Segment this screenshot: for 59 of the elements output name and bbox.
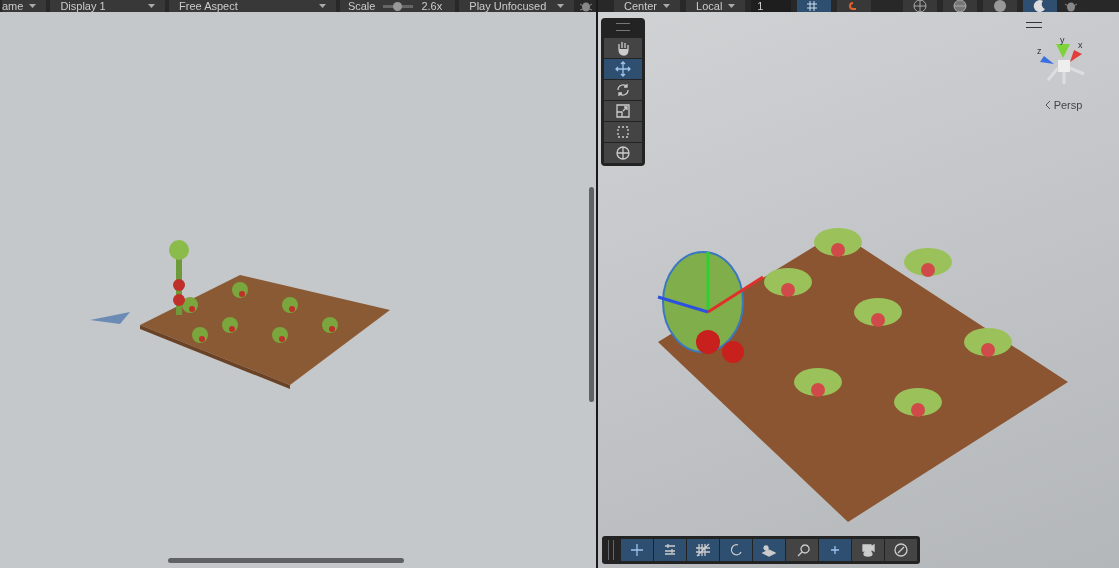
sliders-icon (662, 543, 678, 557)
move-icon (629, 543, 645, 557)
caret-icon (29, 4, 37, 8)
drag-handle[interactable] (608, 540, 614, 560)
bug-icon[interactable] (1063, 0, 1080, 12)
shaded-icon (993, 0, 1008, 12)
dropdown-button[interactable]: ame (2, 0, 47, 12)
scrollbar[interactable] (168, 558, 404, 563)
orientation-gizmo-drawing[interactable]: y x z (1033, 36, 1094, 91)
move-tool-button[interactable] (604, 59, 642, 79)
scale-icon (615, 103, 631, 119)
dropdown-button[interactable]: Play Unfocused (459, 0, 574, 12)
scale-slider[interactable] (383, 4, 414, 8)
grid-overlay-button[interactable] (687, 539, 719, 561)
scale-tool-button[interactable] (604, 101, 642, 121)
slider-thumb[interactable] (392, 1, 402, 11)
view-mode-label[interactable]: Persp (1053, 99, 1083, 111)
caret-icon (148, 4, 156, 8)
move-icon (615, 61, 631, 77)
rotate-tool-button[interactable] (604, 80, 642, 100)
caret-icon (663, 4, 671, 8)
compass-overlay-button[interactable] (885, 539, 917, 561)
scrollbar[interactable] (589, 187, 594, 402)
caret-icon (318, 4, 326, 8)
scale-value: 2.6x (421, 0, 443, 12)
wireframe-icon (913, 0, 928, 12)
shading-mode-button[interactable] (903, 0, 938, 12)
moon-icon (728, 543, 744, 557)
moon-overlay-button[interactable] (720, 539, 752, 561)
snap-toggle[interactable] (837, 0, 872, 12)
shading-mode-button[interactable] (1023, 0, 1058, 12)
dropdown-button[interactable]: Free Aspect (169, 0, 336, 12)
rect-tool-button[interactable] (604, 122, 642, 142)
layers-overlay-button[interactable] (753, 539, 785, 561)
move-overlay-button[interactable] (621, 539, 653, 561)
grid-icon (695, 543, 711, 557)
pivot-overlay-button[interactable] (819, 539, 851, 561)
caret-icon (728, 4, 736, 8)
shading-mode-button[interactable] (983, 0, 1018, 12)
chevron-icon (1044, 101, 1051, 109)
scale-label: Scale (347, 0, 376, 12)
space-dropdown[interactable]: Local (686, 0, 746, 12)
rect-icon (615, 124, 631, 140)
shading-mode-button[interactable] (943, 0, 978, 12)
camera-overlay-button[interactable] (852, 539, 884, 561)
hand-tool-button[interactable] (604, 38, 642, 58)
grid-size-field[interactable]: 1 (751, 0, 792, 12)
sliders-overlay-button[interactable] (654, 539, 686, 561)
grid-toggle[interactable] (797, 0, 832, 12)
transform-tool-button[interactable] (604, 143, 642, 163)
caret-icon (557, 4, 564, 8)
search-overlay-button[interactable] (786, 539, 818, 561)
menu-icon[interactable] (1026, 22, 1042, 28)
drag-handle[interactable] (616, 23, 630, 31)
rotate-icon (615, 82, 631, 98)
hand-icon (615, 40, 631, 56)
bug-icon[interactable] (578, 0, 594, 12)
dropdown-button[interactable]: Display 1 (50, 0, 166, 12)
pivot-dropdown[interactable]: Center (614, 0, 681, 12)
